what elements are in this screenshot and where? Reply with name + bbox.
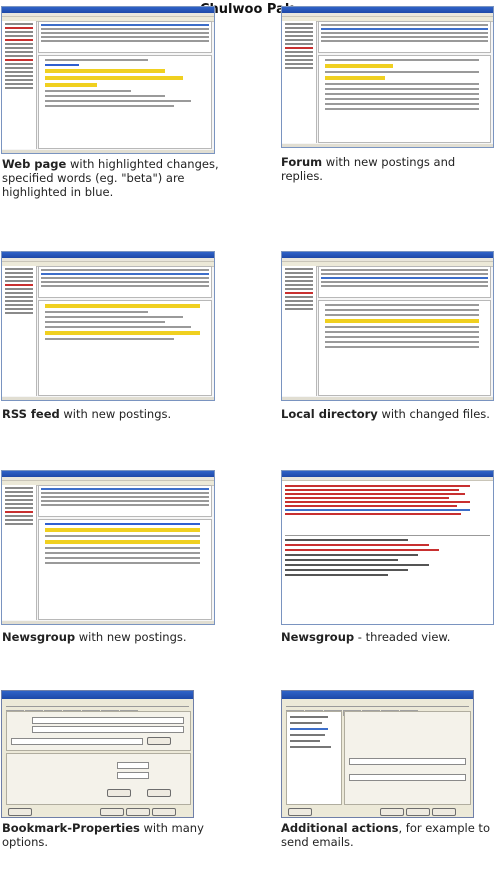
- rss-caption: RSS feed with new postings.: [2, 407, 222, 421]
- additional-actions-screenshot: [281, 690, 474, 818]
- local-directory-caption-text: with changed files.: [381, 407, 490, 421]
- newsgroup-threaded-caption-text: - threaded view.: [357, 630, 451, 644]
- newsgroup-threaded-caption: Newsgroup - threaded view.: [281, 630, 495, 644]
- rss-screenshot: [1, 251, 215, 401]
- newsgroup-caption-title: Newsgroup: [2, 630, 76, 644]
- bookmark-properties-screenshot: [1, 690, 194, 818]
- forum-caption: Forum with new postings and replies.: [281, 155, 495, 183]
- forum-caption-title: Forum: [281, 155, 323, 169]
- additional-actions-caption: Additional actions, for example to send …: [281, 821, 495, 849]
- forum-screenshot: [281, 6, 494, 148]
- webpage-caption: Web page with highlighted changes, speci…: [2, 157, 222, 199]
- newsgroup-threaded-screenshot: [281, 470, 494, 625]
- local-directory-screenshot: [281, 251, 494, 401]
- local-directory-caption: Local directory with changed files.: [281, 407, 495, 421]
- newsgroup-caption-text: with new postings.: [78, 630, 187, 644]
- bookmark-properties-caption: Bookmark-Properties with many options.: [2, 821, 212, 849]
- additional-actions-caption-title: Additional actions: [281, 821, 399, 835]
- rss-caption-text: with new postings.: [63, 407, 172, 421]
- webpage-screenshot: [1, 6, 215, 154]
- webpage-caption-title: Web page: [2, 157, 67, 171]
- local-directory-caption-title: Local directory: [281, 407, 378, 421]
- rss-caption-title: RSS feed: [2, 407, 60, 421]
- newsgroup-caption: Newsgroup with new postings.: [2, 630, 222, 644]
- newsgroup-threaded-caption-title: Newsgroup: [281, 630, 355, 644]
- newsgroup-screenshot: [1, 470, 215, 625]
- bookmark-properties-caption-title: Bookmark-Properties: [2, 821, 140, 835]
